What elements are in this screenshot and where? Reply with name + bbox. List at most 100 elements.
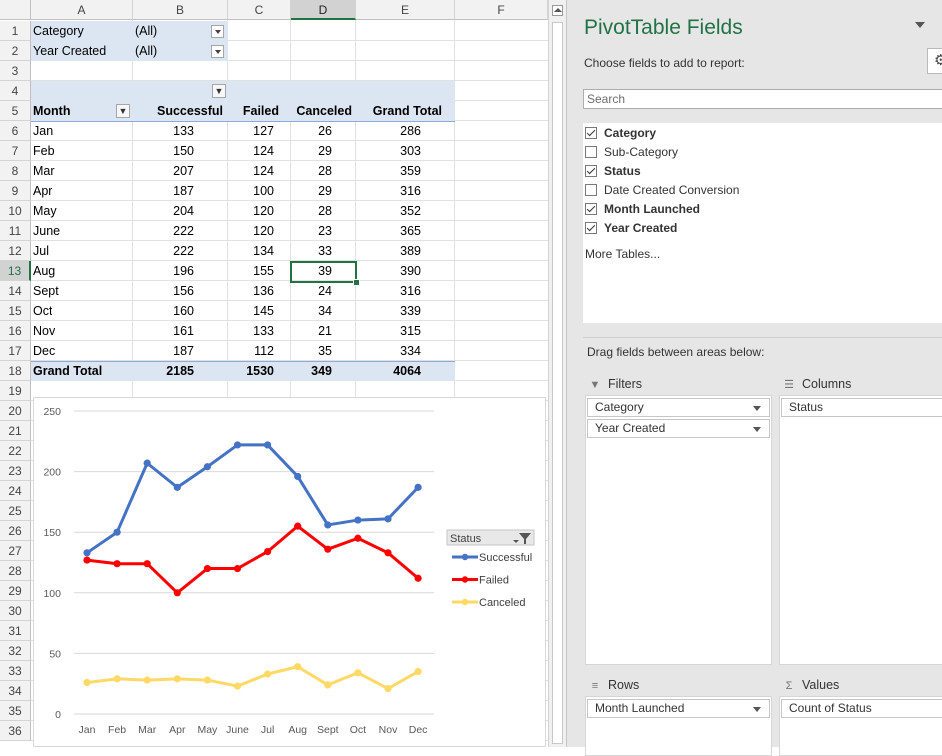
pivot-cell-failed[interactable]: 133 <box>228 321 274 341</box>
field-item-sub-category[interactable]: Sub-Category <box>585 143 678 161</box>
active-cell-d13[interactable] <box>290 261 357 283</box>
pivot-cell-grand-total[interactable]: 359 <box>356 161 421 181</box>
pivot-cell-month[interactable]: Mar <box>33 161 55 181</box>
pivot-cell-month[interactable]: Jan <box>33 121 53 141</box>
data-point-successful[interactable] <box>414 483 422 491</box>
row-header-6[interactable]: 6 <box>0 121 31 141</box>
row-header-22[interactable]: 22 <box>0 441 31 461</box>
data-point-canceled[interactable] <box>354 669 362 677</box>
row-header-29[interactable]: 29 <box>0 581 31 601</box>
legend-entry-successful[interactable]: Successful <box>479 552 532 564</box>
vertical-scrollbar[interactable] <box>548 0 566 747</box>
pivot-cell-month[interactable]: June <box>33 221 60 241</box>
row-header-36[interactable]: 36 <box>0 721 31 741</box>
pivot-cell-failed[interactable]: 124 <box>228 141 274 161</box>
field-item-date-created-conversion[interactable]: Date Created Conversion <box>585 181 739 199</box>
pivot-cell-grand-total[interactable]: 389 <box>356 241 421 261</box>
row-header-18[interactable]: 18 <box>0 361 31 381</box>
row-header-30[interactable]: 30 <box>0 601 31 621</box>
pivot-cell-canceled[interactable]: 21 <box>292 321 332 341</box>
pivot-cell-failed[interactable]: 112 <box>228 341 274 361</box>
series-line-canceled[interactable] <box>86 665 419 691</box>
pivot-cell-canceled[interactable]: 33 <box>292 241 332 261</box>
data-point-canceled[interactable] <box>294 663 302 671</box>
pivot-cell-successful[interactable]: 187 <box>133 181 194 201</box>
row-header-26[interactable]: 26 <box>0 521 31 541</box>
column-header-b[interactable]: B <box>133 0 228 20</box>
chevron-down-icon[interactable] <box>753 427 761 432</box>
pivot-cell-failed[interactable]: 136 <box>228 281 274 301</box>
data-point-successful[interactable] <box>324 521 332 529</box>
pivot-cell-canceled[interactable]: 24 <box>292 281 332 301</box>
more-tables-link[interactable]: More Tables... <box>585 247 660 261</box>
field-item-month-launched[interactable]: Month Launched <box>585 200 700 218</box>
row-header-28[interactable]: 28 <box>0 561 31 581</box>
row-header-4[interactable]: 4 <box>0 81 31 101</box>
data-point-failed[interactable] <box>203 564 211 573</box>
data-point-canceled[interactable] <box>83 678 91 687</box>
data-point-failed[interactable] <box>324 545 332 553</box>
data-point-successful[interactable] <box>83 549 91 557</box>
pivot-cell-month[interactable]: Apr <box>33 181 52 201</box>
row-labels-filter-button[interactable]: ▼ <box>116 104 130 118</box>
pivot-cell-failed[interactable]: 127 <box>228 121 274 141</box>
pivot-cell-successful[interactable]: 196 <box>133 261 194 281</box>
data-point-failed[interactable] <box>384 549 392 557</box>
row-header-24[interactable]: 24 <box>0 481 31 501</box>
panel-options-chevron-icon[interactable] <box>915 22 925 28</box>
pivot-cell-successful[interactable]: 150 <box>133 141 194 161</box>
data-point-canceled[interactable] <box>233 682 242 690</box>
data-point-failed[interactable] <box>264 547 272 556</box>
data-point-failed[interactable] <box>354 534 362 542</box>
column-header-a[interactable]: A <box>31 0 133 20</box>
pivot-cell-grand-total[interactable]: 303 <box>356 141 421 161</box>
series-line-failed[interactable] <box>86 524 420 595</box>
data-point-canceled[interactable] <box>113 675 121 683</box>
pivot-cell-month[interactable]: Nov <box>33 321 55 341</box>
pivot-cell-successful[interactable]: 207 <box>133 161 194 181</box>
data-point-failed[interactable] <box>143 560 151 568</box>
field-item-year-created[interactable]: Year Created <box>585 219 677 237</box>
filters-item-category[interactable]: Category <box>587 398 770 417</box>
data-point-successful[interactable] <box>113 528 121 536</box>
pivot-cell-canceled[interactable]: 29 <box>292 181 332 201</box>
pivot-cell-successful[interactable]: 222 <box>133 241 194 261</box>
pivot-cell-failed[interactable]: 155 <box>228 261 274 281</box>
pivot-cell-canceled[interactable]: 28 <box>292 201 332 221</box>
row-header-11[interactable]: 11 <box>0 221 31 241</box>
series-line-successful[interactable] <box>86 443 420 555</box>
row-header-19[interactable]: 19 <box>0 381 31 401</box>
row-header-23[interactable]: 23 <box>0 461 31 481</box>
pivot-cell-failed[interactable]: 145 <box>228 301 274 321</box>
data-point-canceled[interactable] <box>324 681 332 689</box>
legend-entry-failed[interactable]: Failed <box>479 575 509 587</box>
row-header-2[interactable]: 2 <box>0 41 31 61</box>
row-header-21[interactable]: 21 <box>0 421 31 441</box>
pivot-cell-month[interactable]: Dec <box>33 341 55 361</box>
fill-handle[interactable] <box>353 279 360 286</box>
filters-item-year-created[interactable]: Year Created <box>587 419 770 438</box>
row-header-7[interactable]: 7 <box>0 141 31 161</box>
field-checkbox[interactable] <box>585 202 597 215</box>
pivot-cell-successful[interactable]: 222 <box>133 221 194 241</box>
row-header-17[interactable]: 17 <box>0 341 31 361</box>
pivot-cell-grand-total[interactable]: 365 <box>356 221 421 241</box>
scrollbar-thumb[interactable] <box>552 22 563 744</box>
pivot-cell-canceled[interactable]: 26 <box>292 121 332 141</box>
pivot-cell-successful[interactable]: 204 <box>133 201 194 221</box>
column-labels-filter-button[interactable]: ▼ <box>212 84 226 98</box>
pivot-cell-canceled[interactable]: 29 <box>292 141 332 161</box>
columns-drop-area[interactable] <box>779 395 942 665</box>
legend-entry-canceled[interactable]: Canceled <box>479 597 525 609</box>
pivot-cell-successful[interactable]: 133 <box>133 121 194 141</box>
scroll-up-arrow-icon[interactable] <box>552 5 563 16</box>
data-point-successful[interactable] <box>264 441 272 449</box>
field-search-input[interactable]: Search <box>583 89 942 109</box>
pivot-cell-canceled[interactable]: 34 <box>292 301 332 321</box>
pivot-cell-month[interactable]: Jul <box>33 241 49 261</box>
row-header-35[interactable]: 35 <box>0 701 31 721</box>
data-point-successful[interactable] <box>203 463 211 471</box>
row-header-9[interactable]: 9 <box>0 181 31 201</box>
chevron-down-icon[interactable] <box>753 707 761 712</box>
pivot-cell-grand-total[interactable]: 339 <box>356 301 421 321</box>
